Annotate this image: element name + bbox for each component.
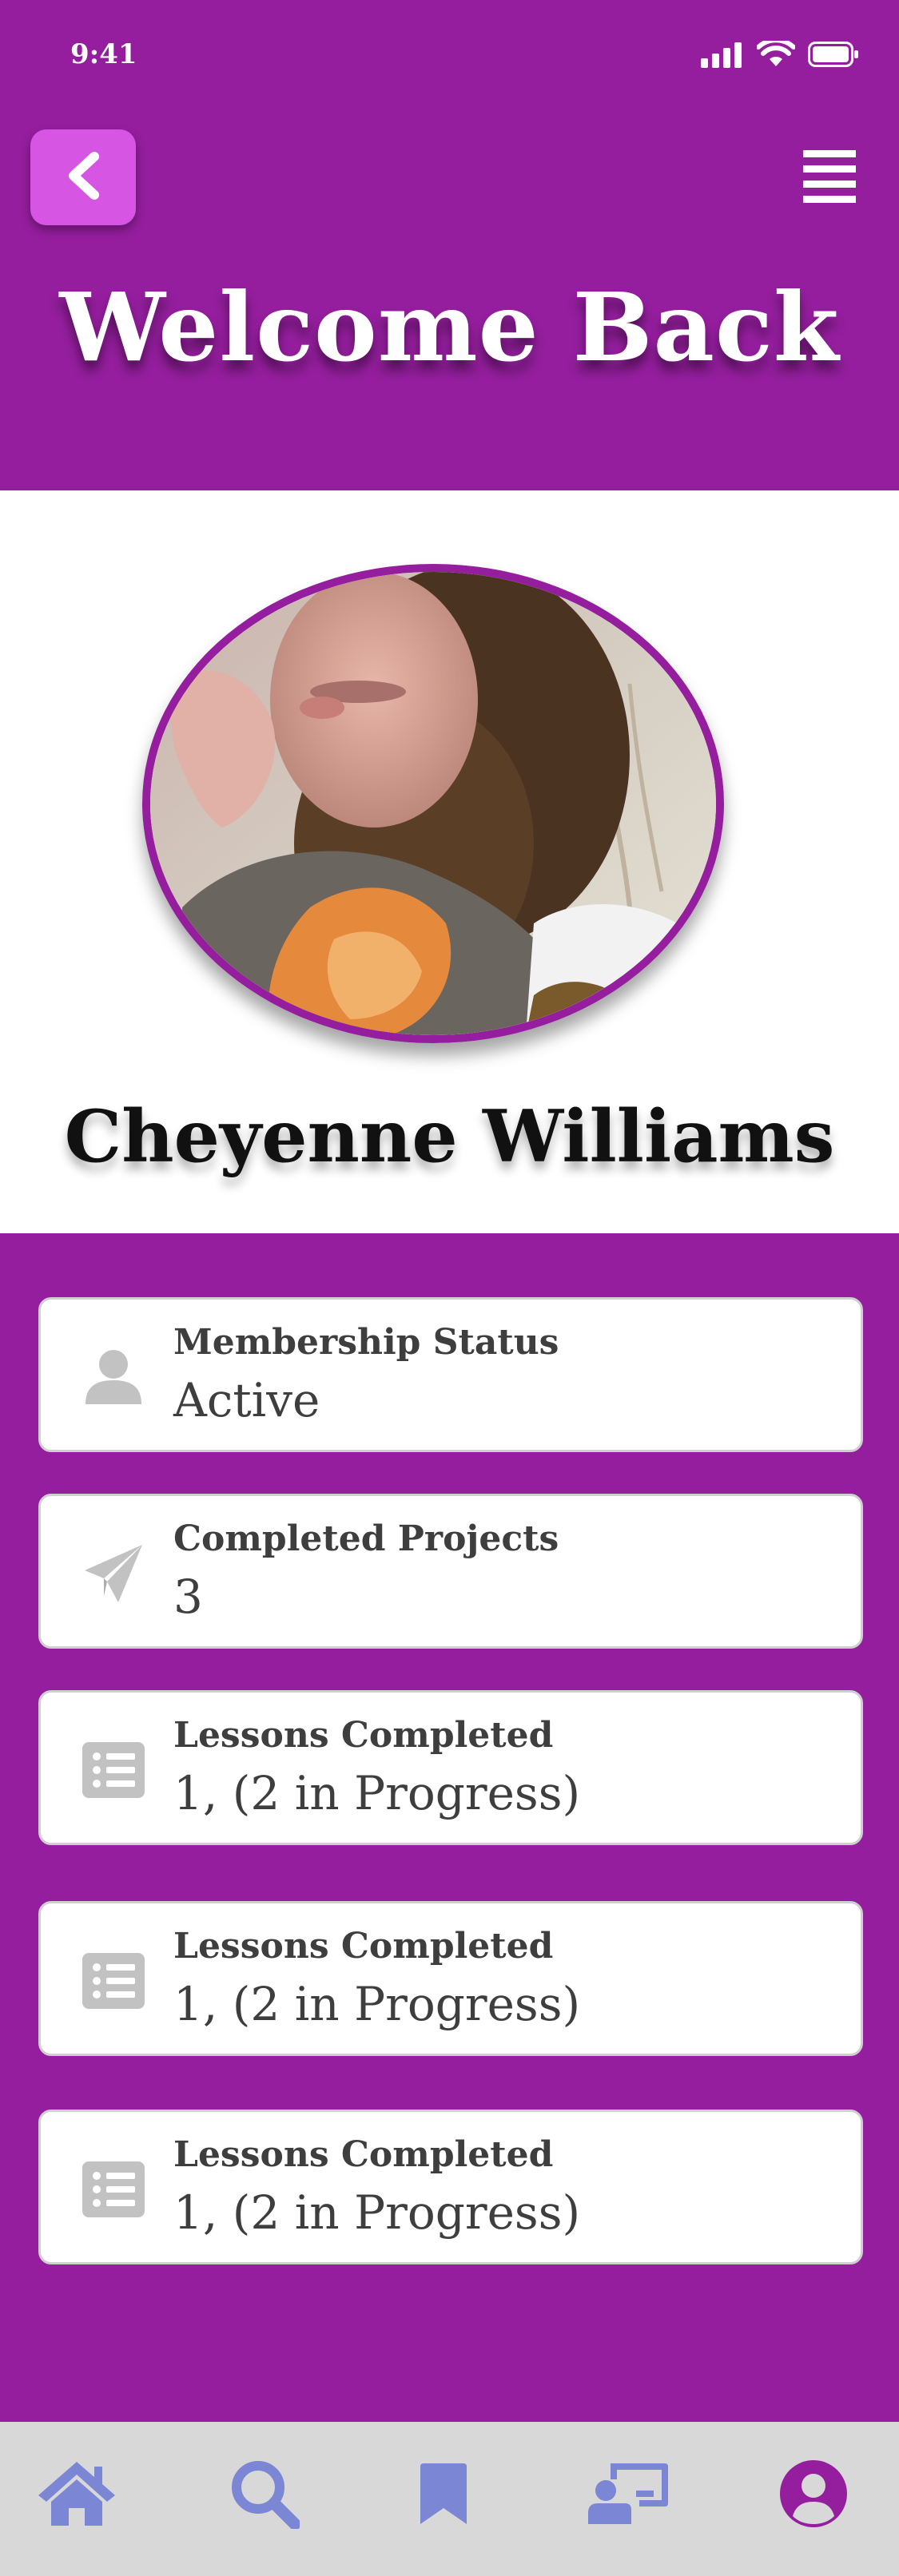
card-value: Active [173,1373,320,1427]
list-icon [82,2158,145,2221]
menu-button[interactable] [802,149,857,204]
nav-profile[interactable] [774,2455,853,2535]
user-circle-icon [778,2459,849,2532]
status-icons [701,38,859,72]
chalkboard-teacher-icon [587,2462,670,2529]
completed-projects-card[interactable]: Completed Projects 3 [38,1494,863,1649]
card-value: 3 [173,1570,203,1624]
page-title: Welcome Back [59,272,840,383]
nav-bookmarks[interactable] [404,2455,483,2535]
card-label: Completed Projects [173,1518,559,1559]
bottom-nav [0,2422,899,2576]
hamburger-icon [802,150,857,208]
status-time: 9:41 [70,38,137,70]
list-icon [82,1950,145,2012]
header: 9:41 Welcome Back [0,0,899,490]
user-icon [82,1346,145,1408]
membership-status-card[interactable]: Membership Status Active [38,1297,863,1452]
wifi-icon [756,38,796,71]
card-value: 1, (2 in Progress) [173,1977,581,2031]
profile-section: Cheyenne Williams [0,490,899,1233]
lessons-completed-card[interactable]: Lessons Completed 1, (2 in Progress) [38,2110,863,2264]
nav-home[interactable] [37,2455,117,2535]
card-value: 1, (2 in Progress) [173,1766,581,1820]
home-icon [37,2460,117,2530]
avatar-photo [150,572,716,1035]
card-label: Lessons Completed [173,1926,554,1967]
profile-name: Cheyenne Williams [64,1094,835,1179]
paper-plane-icon [82,1542,145,1605]
list-icon [82,1739,145,1801]
back-button[interactable] [30,129,136,225]
card-label: Membership Status [173,1322,559,1363]
lessons-completed-card[interactable]: Lessons Completed 1, (2 in Progress) [38,1901,863,2056]
signal-icon [701,41,744,71]
battery-icon [808,42,859,70]
card-label: Lessons Completed [173,1715,554,1756]
nav-classes[interactable] [588,2455,668,2535]
nav-search[interactable] [225,2455,304,2535]
bookmark-icon [419,2462,468,2529]
card-label: Lessons Completed [173,2134,554,2175]
lessons-completed-card[interactable]: Lessons Completed 1, (2 in Progress) [38,1690,863,1845]
avatar[interactable] [142,564,724,1043]
chevron-left-icon [64,152,102,203]
search-icon [229,2459,301,2532]
card-value: 1, (2 in Progress) [173,2185,581,2240]
